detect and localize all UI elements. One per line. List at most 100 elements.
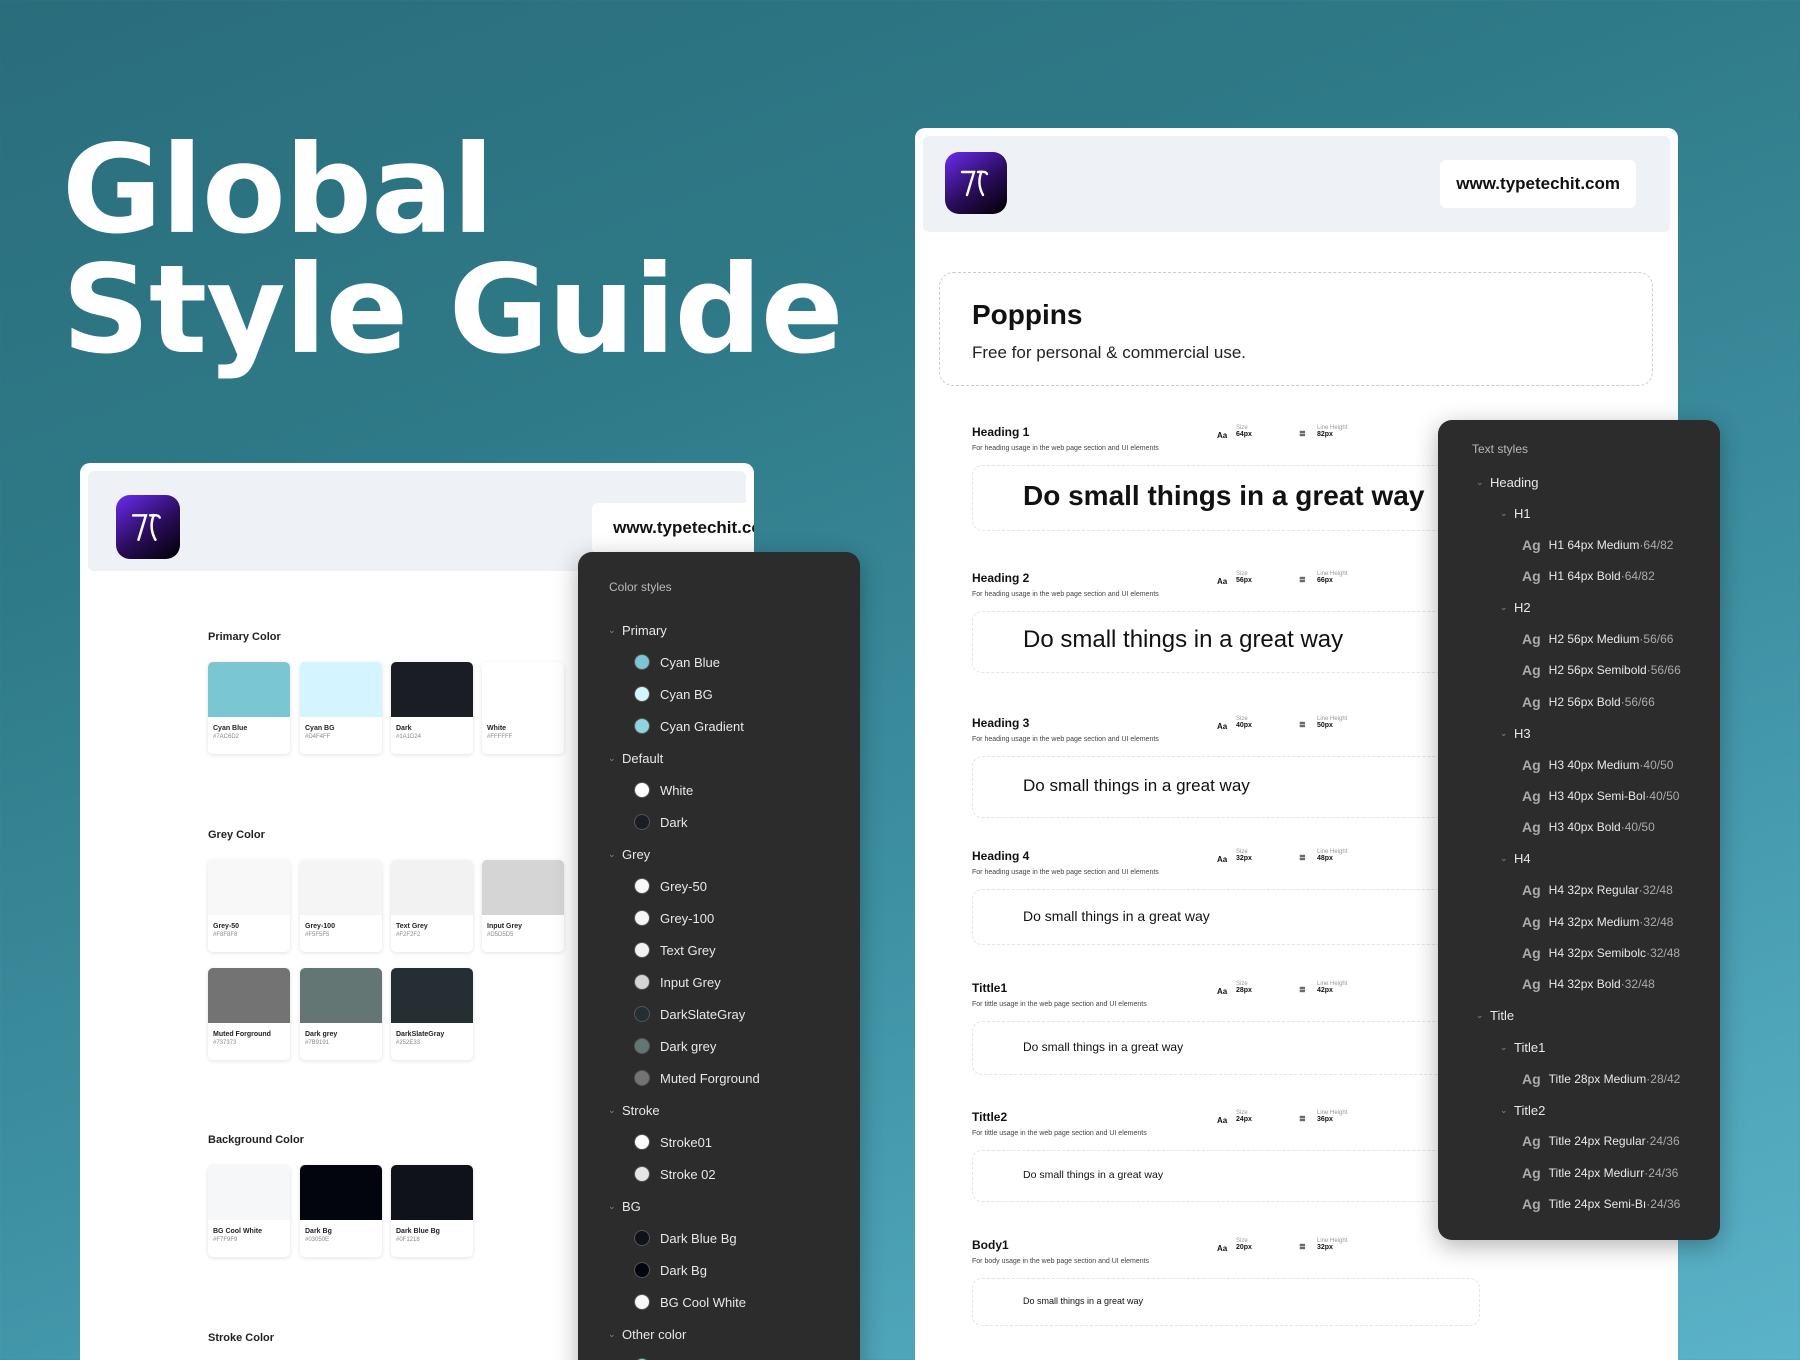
- font-size-icon: Aa: [1217, 431, 1228, 440]
- text-style-row[interactable]: Ag Title 24px Mediurr · 24/36: [1522, 1157, 1678, 1189]
- color-swatch[interactable]: BG Cool White #F7F9F9: [208, 1165, 290, 1257]
- color-style-row[interactable]: Text Grey: [634, 934, 716, 966]
- text-style-row[interactable]: Ag H4 32px Medium · 32/48: [1522, 906, 1673, 938]
- text-style-row[interactable]: Ag H1 64px Medium · 64/82: [1522, 529, 1673, 561]
- color-swatch[interactable]: White #FFFFFF: [482, 662, 564, 754]
- color-swatch[interactable]: Dark Blue Bg #0F1218: [391, 1165, 473, 1257]
- text-style-row[interactable]: Ag H3 40px Bold · 40/50: [1522, 811, 1655, 843]
- text-style-row[interactable]: Ag H2 56px Medium · 56/66: [1522, 623, 1673, 655]
- color-group-row[interactable]: ⌄ Primary: [608, 614, 667, 646]
- chevron-down-icon[interactable]: ⌄: [608, 625, 622, 636]
- text-style-row[interactable]: Ag H4 32px Semibolc · 32/48: [1522, 937, 1680, 969]
- color-style-row[interactable]: Cyan BG: [634, 678, 713, 710]
- color-style-row[interactable]: DarkSlateGray: [634, 998, 745, 1030]
- color-style-row[interactable]: Cyan Blue: [634, 646, 720, 678]
- chevron-down-icon[interactable]: ⌄: [608, 1201, 622, 1212]
- text-style-row[interactable]: Ag H2 56px Semibold · 56/66: [1522, 654, 1681, 686]
- text-group-row[interactable]: ⌄ H1: [1500, 497, 1531, 529]
- color-style-row[interactable]: White: [634, 774, 693, 806]
- line-height-value: 32px: [1317, 1244, 1333, 1251]
- color-swatch[interactable]: Dark grey #7B9191: [300, 968, 382, 1060]
- style-label: Title 24px Regular: [1548, 1134, 1646, 1149]
- color-style-row[interactable]: Dark Bg: [634, 1254, 707, 1286]
- text-style-icon: Ag: [1522, 536, 1541, 553]
- color-swatch[interactable]: Grey-100 #F5F5F5: [300, 860, 382, 952]
- color-group-row[interactable]: ⌄ BG: [608, 1190, 641, 1222]
- swatch-fill: [391, 662, 473, 717]
- text-group-row[interactable]: ⌄ H2: [1500, 592, 1531, 624]
- style-label: Dark grey: [660, 1038, 717, 1054]
- color-style-row[interactable]: Cyan Gradient: [634, 710, 744, 742]
- chevron-down-icon[interactable]: ⌄: [1476, 1010, 1490, 1021]
- color-style-row[interactable]: Stroke01: [634, 1126, 712, 1158]
- text-group-row[interactable]: ⌄ H4: [1500, 843, 1531, 875]
- color-swatch[interactable]: Cyan Blue #7AC6D2: [208, 662, 290, 754]
- color-style-row[interactable]: Grey-100: [634, 902, 714, 934]
- text-group-row[interactable]: ⌄ Title: [1476, 1000, 1514, 1032]
- size-value: 28px: [1236, 987, 1252, 994]
- style-label: Cyan Gradient: [660, 718, 744, 734]
- color-style-row[interactable]: Grey-50: [634, 870, 707, 902]
- size-value: 32px: [1236, 855, 1252, 862]
- color-style-row[interactable]: Input Grey: [634, 966, 721, 998]
- color-style-row[interactable]: BG Cool White: [634, 1286, 746, 1318]
- brand-url[interactable]: www.typetechit.com: [592, 503, 754, 553]
- text-style-row[interactable]: Ag H1 64px Bold · 64/82: [1522, 560, 1655, 592]
- type-style-description: For heading usage in the web page sectio…: [972, 445, 1159, 452]
- chevron-down-icon[interactable]: ⌄: [1500, 508, 1514, 519]
- color-style-row[interactable]: Muted Forground: [634, 1062, 760, 1094]
- color-style-row[interactable]: Stroke 02: [634, 1158, 716, 1190]
- color-swatch[interactable]: Text Grey #F2F2F2: [391, 860, 473, 952]
- color-style-row[interactable]: Dark Blue Bg: [634, 1222, 737, 1254]
- color-swatch[interactable]: DarkSlateGray #252E33: [391, 968, 473, 1060]
- chevron-down-icon[interactable]: ⌄: [1500, 728, 1514, 739]
- chevron-down-icon[interactable]: ⌄: [1500, 1105, 1514, 1116]
- color-swatch[interactable]: Dark Bg #03050E: [300, 1165, 382, 1257]
- text-style-row[interactable]: Ag H2 56px Bold · 56/66: [1522, 686, 1655, 718]
- text-group-row[interactable]: ⌄ Title2: [1500, 1094, 1545, 1126]
- style-spec: 56/66: [1650, 663, 1681, 678]
- style-label: H1 64px Medium: [1548, 537, 1640, 552]
- color-style-row[interactable]: Mint: [634, 1350, 685, 1360]
- chevron-down-icon[interactable]: ⌄: [1476, 477, 1490, 488]
- text-style-row[interactable]: Ag H3 40px Medium · 40/50: [1522, 749, 1673, 781]
- color-swatch[interactable]: Grey-50 #F8F8F8: [208, 860, 290, 952]
- color-swatch[interactable]: Input Grey #D5D5D5: [482, 860, 564, 952]
- text-style-row[interactable]: Ag H4 32px Regular · 32/48: [1522, 874, 1673, 906]
- type-style-name: Heading 4: [972, 849, 1030, 863]
- color-group-row[interactable]: ⌄ Stroke: [608, 1094, 660, 1126]
- size-value: 64px: [1236, 431, 1252, 438]
- color-swatch[interactable]: Cyan BG #D4F4FF: [300, 662, 382, 754]
- text-style-row[interactable]: Ag Title 24px Semi-Bı · 24/36: [1522, 1188, 1680, 1220]
- color-group-row[interactable]: ⌄ Default: [608, 742, 663, 774]
- swatch-fill: [482, 860, 564, 915]
- chevron-down-icon[interactable]: ⌄: [1500, 1042, 1514, 1053]
- group-label: Primary: [622, 622, 667, 638]
- color-style-row[interactable]: Dark: [634, 806, 687, 838]
- color-group-row[interactable]: ⌄ Other color: [608, 1318, 686, 1350]
- text-style-row[interactable]: Ag H4 32px Bold · 32/48: [1522, 968, 1655, 1000]
- text-style-row[interactable]: Ag H3 40px Semi-Bol · 40/50: [1522, 780, 1679, 812]
- color-swatch[interactable]: Dark #1A1D24: [391, 662, 473, 754]
- font-info-box: Poppins Free for personal & commercial u…: [939, 272, 1653, 386]
- chevron-down-icon[interactable]: ⌄: [1500, 853, 1514, 864]
- text-group-row[interactable]: ⌄ Heading: [1476, 466, 1538, 498]
- text-style-row[interactable]: Ag Title 24px Regular · 24/36: [1522, 1125, 1680, 1157]
- color-style-row[interactable]: Dark grey: [634, 1030, 716, 1062]
- swatch-name: BG Cool White: [213, 1228, 262, 1235]
- style-spec: 32/48: [1643, 914, 1674, 929]
- text-group-row[interactable]: ⌄ H3: [1500, 717, 1531, 749]
- color-group-row[interactable]: ⌄ Grey: [608, 838, 650, 870]
- swatch-name: Muted Forground: [213, 1031, 271, 1038]
- chevron-down-icon[interactable]: ⌄: [608, 1105, 622, 1116]
- text-style-row[interactable]: Ag Title 28px Medium · 28/42: [1522, 1063, 1680, 1095]
- text-group-row[interactable]: ⌄ Title1: [1500, 1031, 1545, 1063]
- chevron-down-icon[interactable]: ⌄: [608, 753, 622, 764]
- type-style-name: Heading 3: [972, 716, 1030, 730]
- brand-url[interactable]: www.typetechit.com: [1440, 160, 1636, 208]
- chevron-down-icon[interactable]: ⌄: [1500, 602, 1514, 613]
- color-swatch[interactable]: Muted Forground #737373: [208, 968, 290, 1060]
- chevron-down-icon[interactable]: ⌄: [608, 1329, 622, 1340]
- chevron-down-icon[interactable]: ⌄: [608, 849, 622, 860]
- section-primary-color: Primary Color: [208, 631, 281, 643]
